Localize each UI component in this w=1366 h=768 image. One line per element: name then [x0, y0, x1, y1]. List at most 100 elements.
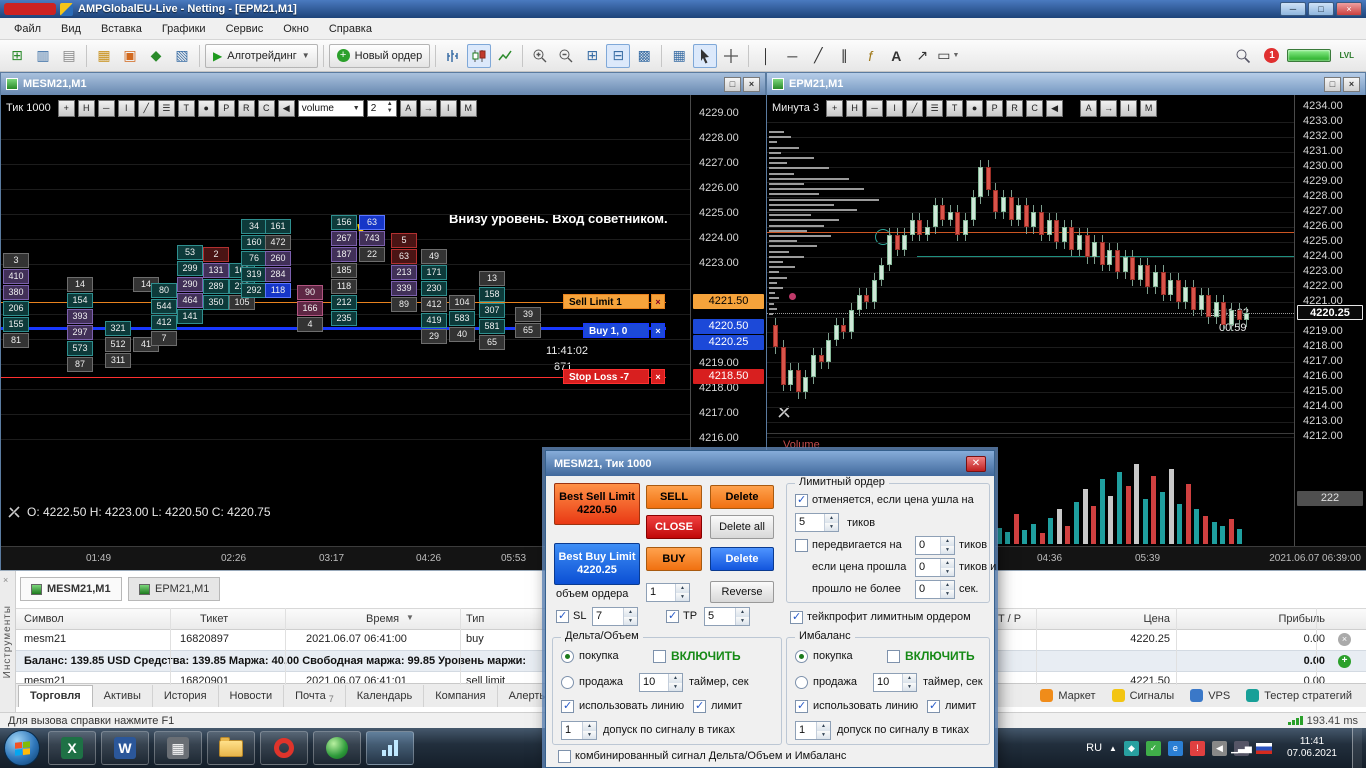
toolbox-tab-календарь[interactable]: Календарь	[346, 684, 425, 707]
best-sell-limit-button[interactable]: Best Sell Limit 4220.50	[554, 483, 640, 525]
sl-checkbox[interactable]	[556, 609, 569, 623]
col-time[interactable]: Время	[366, 613, 399, 625]
toolbox-tab-новости[interactable]: Новости	[219, 684, 285, 707]
taskbar-excel-icon[interactable]: X	[48, 731, 96, 765]
spinner-arrows-icon[interactable]: ▲ ▼	[816, 722, 830, 739]
limit-cancel-spinner[interactable]: 5 ▲ ▼	[795, 513, 839, 532]
spinner-arrows-icon[interactable]: ▲ ▼	[387, 101, 393, 115]
col-price[interactable]: Цена	[1100, 613, 1170, 625]
epm21-tool-9[interactable]: R	[1006, 99, 1024, 117]
vps-button[interactable]: VPS	[1190, 689, 1230, 702]
taskbar-opera-icon[interactable]	[260, 731, 308, 765]
new-chart-icon[interactable]: ⊞	[5, 44, 29, 68]
spinner-arrows-icon[interactable]: ▲ ▼	[668, 674, 682, 691]
dialog-title-bar[interactable]: MESM21, Тик 1000 ✕	[546, 451, 994, 476]
algo-trading-button[interactable]: ▶ Алготрейдинг ▼	[205, 43, 318, 68]
col-symbol[interactable]: Символ	[24, 613, 64, 625]
tray-network-icon[interactable]: ▁▃▅	[1231, 740, 1252, 756]
buy-position-line[interactable]	[1, 326, 666, 330]
spinner-arrows-icon[interactable]: ▲ ▼	[940, 559, 954, 576]
candle-chart-type-icon[interactable]	[467, 43, 492, 68]
limit-move-checkbox[interactable]	[795, 539, 808, 552]
tray-hidden-icons-chevron[interactable]: ▲	[1109, 744, 1117, 753]
signals-button[interactable]: Сигналы	[1111, 689, 1174, 702]
navigator-icon[interactable]: ◆	[144, 44, 168, 68]
buy-position-close-icon[interactable]: ×	[651, 322, 665, 338]
tp-checkbox[interactable]	[666, 609, 679, 623]
chart-title-bar-epm21[interactable]: EPM21,M1 □ ×	[767, 73, 1365, 95]
epm21-tool-7[interactable]: ●	[966, 99, 984, 117]
epm21-mode-3[interactable]: M	[1140, 99, 1158, 117]
mesm21-tool-5[interactable]: ☰	[157, 99, 175, 117]
mesm21-mode-3[interactable]: M	[459, 99, 477, 117]
market-button[interactable]: Маркет	[1040, 689, 1096, 702]
spinner-arrows-icon[interactable]: ▲ ▼	[940, 537, 954, 554]
reverse-button[interactable]: Reverse	[710, 581, 774, 603]
spinner-arrows-icon[interactable]: ▲ ▼	[940, 581, 954, 598]
sl-spinner[interactable]: 7 ▲ ▼	[592, 607, 638, 626]
mesm21-tool-2[interactable]: ─	[97, 99, 115, 117]
line-chart-type-icon[interactable]	[493, 44, 517, 68]
spinner-arrows-icon[interactable]: ▲ ▼	[623, 608, 637, 625]
arrow-tool-icon[interactable]: ↗	[910, 44, 934, 68]
delta-limit-checkbox[interactable]	[693, 699, 706, 713]
epm21-tool-6[interactable]: T	[946, 99, 964, 117]
mesm21-tool-0[interactable]: +	[57, 99, 75, 117]
toolbox-tab-компания[interactable]: Компания	[424, 684, 498, 707]
epm21-tool-8[interactable]: P	[986, 99, 1004, 117]
chart-restore-button[interactable]: □	[724, 76, 741, 92]
tools-icon[interactable]	[7, 505, 21, 519]
stop-loss-close-icon[interactable]: ×	[651, 368, 665, 384]
notification-badge[interactable]: 1	[1264, 48, 1280, 63]
imbalance-limit-checkbox[interactable]	[927, 699, 940, 713]
imbalance-timer-spinner[interactable]: 10 ▲ ▼	[873, 673, 917, 692]
sell-limit-tag[interactable]: Sell Limit 1	[563, 293, 649, 309]
data-window-icon[interactable]: ▣	[118, 44, 142, 68]
mesm21-tool-1[interactable]: H	[77, 99, 95, 117]
limit-move-spinner[interactable]: 0 ▲ ▼	[915, 536, 955, 555]
grid-icon[interactable]: ▦	[667, 44, 691, 68]
maximize-button[interactable]: □	[1308, 2, 1334, 16]
limit-passed-spinner[interactable]: 0 ▲ ▼	[915, 558, 955, 577]
tray-alert-icon[interactable]: !	[1189, 740, 1205, 756]
chart-tab-mesm21-m1[interactable]: MESM21,M1	[20, 577, 122, 601]
mesm21-mode-0[interactable]: A	[399, 99, 417, 117]
taskbar-clock[interactable]: 11:41 07.06.2021	[1279, 736, 1345, 760]
epm21-tool-10[interactable]: C	[1026, 99, 1044, 117]
toolbox-tab-почта[interactable]: Почта 7	[284, 684, 346, 707]
tray-language-flag-icon[interactable]	[1255, 742, 1272, 754]
mesm21-tool-9[interactable]: R	[237, 99, 255, 117]
volume-mode-select[interactable]: volume ▼	[297, 99, 364, 117]
delete-all-button[interactable]: Delete all	[710, 515, 774, 539]
close-button[interactable]: ×	[1336, 2, 1362, 16]
spinner-arrows-icon[interactable]: ▲ ▼	[582, 722, 596, 739]
epm21-mode-1[interactable]: →	[1100, 99, 1118, 117]
mesm21-tool-3[interactable]: I	[117, 99, 135, 117]
mesm21-mode-1[interactable]: →	[419, 99, 437, 117]
close-position-button[interactable]: CLOSE	[646, 515, 702, 539]
buy-button[interactable]: BUY	[646, 547, 702, 571]
delta-tolerance-spinner[interactable]: 1 ▲ ▼	[561, 721, 597, 740]
trendline-tool-icon[interactable]: ╱	[806, 44, 830, 68]
new-order-button[interactable]: + Новый ордер	[328, 43, 431, 68]
takeprofit-limit-checkbox[interactable]	[790, 610, 803, 624]
mesm21-mode-2[interactable]: I	[439, 99, 457, 117]
mesm21-tool-11[interactable]: ◀	[277, 99, 295, 117]
mesm21-tool-7[interactable]: ●	[197, 99, 215, 117]
spinner-arrows-icon[interactable]: ▲ ▼	[735, 608, 749, 625]
imbalance-tolerance-spinner[interactable]: 1 ▲ ▼	[795, 721, 831, 740]
zoom-in-icon[interactable]	[528, 44, 552, 68]
profiles-icon[interactable]: ▥	[31, 44, 55, 68]
start-button[interactable]	[4, 730, 40, 766]
shapes-tool-icon[interactable]: ▭ ▼	[936, 44, 960, 68]
mesm21-tool-4[interactable]: ╱	[137, 99, 155, 117]
spinner-arrows-icon[interactable]: ▲ ▼	[824, 514, 838, 531]
chart-title-bar-mesm21[interactable]: MESM21,M1 □ ×	[1, 73, 765, 95]
market-watch-icon[interactable]: ▦	[92, 44, 116, 68]
order-volume-spinner[interactable]: 1 ▲ ▼	[646, 583, 690, 602]
tray-app-icon[interactable]: ◆	[1123, 740, 1139, 756]
delta-enable-checkbox[interactable]	[653, 650, 666, 663]
terminal-icon[interactable]: ▧	[170, 44, 194, 68]
tray-language-label[interactable]: RU	[1086, 742, 1102, 754]
minimize-button[interactable]: ─	[1280, 2, 1306, 16]
